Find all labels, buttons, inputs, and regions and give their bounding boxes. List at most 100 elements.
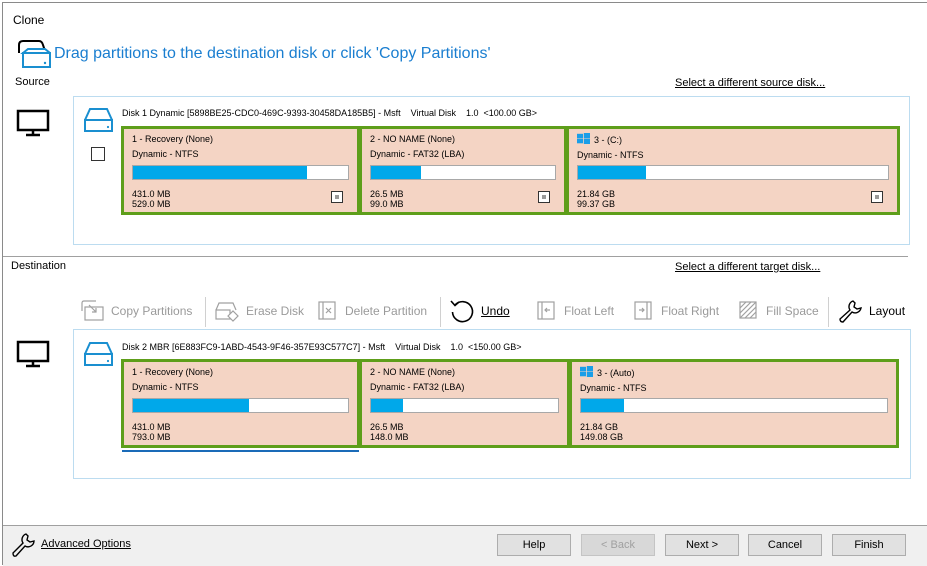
clone-dialog: Clone Drag partitions to the destination… bbox=[2, 2, 927, 566]
next-button[interactable]: Next > bbox=[665, 534, 739, 556]
delete-partition-button[interactable]: Delete Partition bbox=[317, 296, 427, 326]
wrench-icon bbox=[12, 533, 35, 557]
dialog-footer: Advanced Options Help < Back Next > Canc… bbox=[3, 525, 927, 566]
window-title: Clone bbox=[13, 13, 45, 27]
used-size: 431.0 MB bbox=[132, 422, 171, 432]
partition-tile[interactable]: 1 - Recovery (None) Dynamic - NTFS 431.0 M… bbox=[121, 126, 360, 215]
back-button[interactable]: < Back bbox=[581, 534, 655, 556]
copy-partitions-icon bbox=[81, 300, 104, 321]
usage-bar-fill bbox=[578, 166, 647, 179]
windows-logo-icon bbox=[580, 366, 593, 377]
partition-name: 2 - NO NAME (None) bbox=[370, 133, 564, 146]
total-size: 99.0 MB bbox=[370, 199, 404, 209]
undo-icon bbox=[450, 300, 474, 323]
partition-sizes: 26.5 MB 148.0 MB bbox=[370, 422, 409, 442]
advanced-options-link[interactable]: Advanced Options bbox=[41, 538, 131, 550]
undo-label: Undo bbox=[481, 304, 510, 318]
partition-sizes: 26.5 MB 99.0 MB bbox=[370, 189, 404, 209]
usage-bar bbox=[132, 398, 349, 413]
computer-icon bbox=[16, 340, 50, 368]
usage-bar bbox=[132, 165, 349, 180]
partition-name: 2 - NO NAME (None) bbox=[370, 366, 567, 379]
erase-disk-button[interactable]: Erase Disk bbox=[214, 296, 304, 326]
usage-bar-fill bbox=[133, 399, 250, 412]
partition-type: Dynamic - NTFS bbox=[580, 383, 647, 393]
partition-checkbox[interactable] bbox=[331, 191, 343, 203]
partition-type: Dynamic - NTFS bbox=[132, 382, 199, 392]
toolbar-separator bbox=[440, 297, 441, 327]
finish-button[interactable]: Finish bbox=[832, 534, 906, 556]
partition-name: 1 - Recovery (None) bbox=[132, 366, 357, 379]
total-size: 793.0 MB bbox=[132, 432, 171, 442]
partition-tile[interactable]: 3 - (Auto) Dynamic - NTFS 21.84 GB 149.08 G… bbox=[569, 359, 899, 448]
partition-name-text: 1 - Recovery (None) bbox=[132, 134, 214, 144]
partition-type: Dynamic - NTFS bbox=[132, 149, 199, 159]
usage-bar-fill bbox=[371, 166, 421, 179]
select-target-disk-link[interactable]: Select a different target disk... bbox=[675, 261, 820, 273]
partition-name: 1 - Recovery (None) bbox=[132, 133, 357, 146]
selected-partition-indicator bbox=[122, 450, 359, 452]
float-left-button[interactable]: Float Left bbox=[536, 296, 614, 326]
partition-name-text: 2 - NO NAME (None) bbox=[370, 134, 456, 144]
partition-checkbox[interactable] bbox=[538, 191, 550, 203]
source-label: Source bbox=[15, 76, 50, 88]
fill-space-button[interactable]: Fill Space bbox=[738, 296, 819, 326]
partition-tile[interactable]: 1 - Recovery (None) Dynamic - NTFS 431.0 M… bbox=[121, 359, 360, 448]
delete-partition-label: Delete Partition bbox=[345, 304, 428, 318]
cancel-button[interactable]: Cancel bbox=[748, 534, 822, 556]
section-divider bbox=[3, 256, 908, 257]
instruction-heading: Drag partitions to the destination disk … bbox=[54, 45, 491, 62]
usage-bar-fill bbox=[581, 399, 624, 412]
usage-bar bbox=[580, 398, 888, 413]
windows-logo-icon bbox=[577, 133, 590, 144]
usage-bar bbox=[370, 165, 556, 180]
used-size: 26.5 MB bbox=[370, 422, 404, 432]
disk-icon bbox=[84, 108, 113, 132]
clone-disk-icon bbox=[18, 40, 51, 68]
destination-label: Destination bbox=[11, 260, 67, 272]
partition-type: Dynamic - FAT32 (LBA) bbox=[370, 149, 465, 159]
float-left-label: Float Left bbox=[564, 304, 615, 318]
partition-sizes: 21.84 GB 99.37 GB bbox=[577, 189, 615, 209]
computer-icon bbox=[16, 109, 50, 137]
float-right-icon bbox=[634, 301, 652, 320]
source-disk-checkbox[interactable] bbox=[91, 147, 105, 161]
toolbar-separator bbox=[205, 297, 206, 327]
layout-button[interactable]: Layout bbox=[837, 296, 905, 326]
partition-name: 3 - (C:) bbox=[577, 133, 897, 147]
partition-name-text: 3 - (Auto) bbox=[597, 368, 635, 378]
delete-partition-icon bbox=[318, 301, 336, 320]
used-size: 431.0 MB bbox=[132, 189, 171, 199]
usage-bar-fill bbox=[371, 399, 403, 412]
destination-disk-title: Disk 2 MBR [6E883FC9-1ABD-4543-9F46-357E… bbox=[122, 342, 522, 352]
partition-tile[interactable]: 3 - (C:) Dynamic - NTFS 21.84 GB 99.37 GB bbox=[566, 126, 900, 215]
layout-label: Layout bbox=[869, 304, 906, 318]
fill-space-icon bbox=[739, 301, 757, 319]
total-size: 148.0 MB bbox=[370, 432, 409, 442]
select-source-disk-link[interactable]: Select a different source disk... bbox=[675, 77, 825, 89]
undo-button[interactable]: Undo bbox=[449, 296, 510, 326]
float-right-label: Float Right bbox=[661, 304, 720, 318]
partition-sizes: 431.0 MB 793.0 MB bbox=[132, 422, 171, 442]
partition-type: Dynamic - NTFS bbox=[577, 150, 644, 160]
fill-space-label: Fill Space bbox=[766, 304, 819, 318]
usage-bar-fill bbox=[133, 166, 308, 179]
total-size: 149.08 GB bbox=[580, 432, 624, 442]
total-size: 529.0 MB bbox=[132, 199, 171, 209]
help-button[interactable]: Help bbox=[497, 534, 571, 556]
copy-partitions-label: Copy Partitions bbox=[111, 304, 193, 318]
partition-type: Dynamic - FAT32 (LBA) bbox=[370, 382, 465, 392]
toolbar-separator bbox=[828, 297, 829, 327]
disk-icon bbox=[84, 342, 113, 366]
partition-checkbox[interactable] bbox=[871, 191, 883, 203]
partition-tile[interactable]: 2 - NO NAME (None) Dynamic - FAT32 (LBA) 2… bbox=[359, 359, 570, 448]
total-size: 99.37 GB bbox=[577, 199, 616, 209]
used-size: 26.5 MB bbox=[370, 189, 404, 199]
float-right-button[interactable]: Float Right bbox=[633, 296, 719, 326]
partition-tile[interactable]: 2 - NO NAME (None) Dynamic - FAT32 (LBA) 2… bbox=[359, 126, 567, 215]
partition-sizes: 21.84 GB 149.08 GB bbox=[580, 422, 623, 442]
usage-bar bbox=[577, 165, 889, 180]
copy-partitions-button[interactable]: Copy Partitions bbox=[79, 296, 192, 326]
partition-sizes: 431.0 MB 529.0 MB bbox=[132, 189, 171, 209]
float-left-icon bbox=[537, 301, 555, 320]
